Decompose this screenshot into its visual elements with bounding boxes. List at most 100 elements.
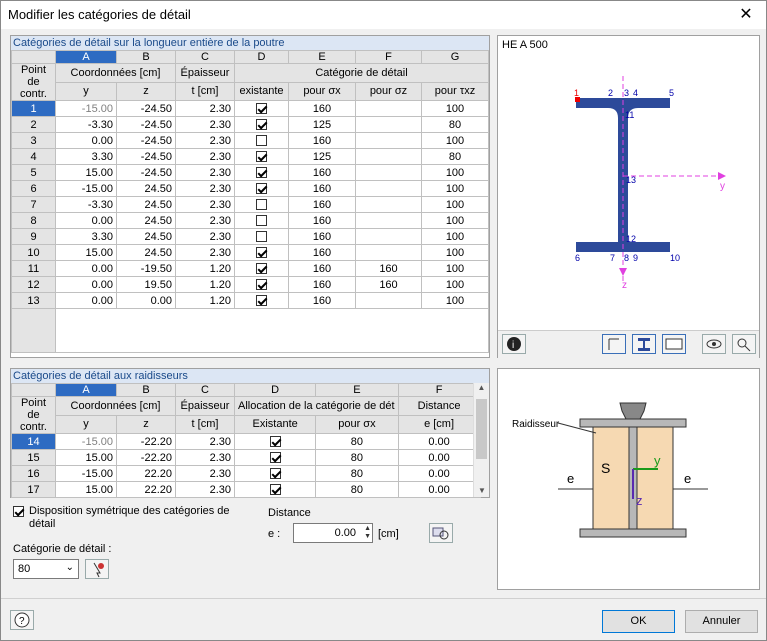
col2-letter-f[interactable]: F: [397, 383, 481, 397]
col-letter-e[interactable]: E: [288, 50, 356, 64]
cell-y[interactable]: 0.00: [55, 132, 117, 149]
cell-t[interactable]: 2.30: [175, 449, 235, 466]
cell-tau-xz[interactable]: 100: [421, 196, 489, 213]
cell-t[interactable]: 2.30: [175, 148, 235, 165]
cell-t[interactable]: 2.30: [175, 100, 235, 117]
cell-y[interactable]: 0.00: [55, 276, 117, 293]
col-letter-g[interactable]: G: [421, 50, 489, 64]
cell-existing[interactable]: [234, 260, 289, 277]
scroll-up-icon[interactable]: ▲: [474, 383, 489, 392]
cell-t[interactable]: 1.20: [175, 276, 235, 293]
existing-checkbox[interactable]: [256, 103, 267, 115]
cell-sigma-z[interactable]: [355, 244, 422, 261]
cell-tau-xz[interactable]: 100: [421, 180, 489, 197]
existing-checkbox[interactable]: [256, 295, 267, 307]
cell-t[interactable]: 2.30: [175, 212, 235, 229]
cell-tau-xz[interactable]: 80: [421, 148, 489, 165]
cell-z[interactable]: 22.20: [116, 465, 176, 482]
cell-sigma-z[interactable]: 160: [355, 276, 422, 293]
existing-checkbox[interactable]: [256, 183, 267, 195]
cell-y[interactable]: 0.00: [55, 260, 117, 277]
cell-z[interactable]: -24.50: [116, 164, 176, 181]
cell-z[interactable]: 24.50: [116, 212, 176, 229]
col-letter-f[interactable]: F: [355, 50, 422, 64]
cell-existing[interactable]: [234, 132, 289, 149]
row-number[interactable]: 3: [11, 132, 56, 149]
cell-existing[interactable]: [234, 244, 289, 261]
ok-button[interactable]: OK: [602, 610, 675, 633]
view-button[interactable]: [702, 334, 726, 354]
cell-existing[interactable]: [233, 449, 317, 466]
help-button[interactable]: ?: [10, 610, 34, 630]
cell-sigma-x[interactable]: 160: [288, 196, 356, 213]
cell-y[interactable]: -15.00: [55, 180, 117, 197]
cell-tau-xz[interactable]: 100: [421, 132, 489, 149]
cell-existing[interactable]: [233, 433, 317, 450]
cell-z[interactable]: -22.20: [116, 449, 176, 466]
row-number[interactable]: 9: [11, 228, 56, 245]
row-number[interactable]: 12: [11, 276, 56, 293]
cell-existing[interactable]: [234, 276, 289, 293]
cell-sigma-x[interactable]: 160: [288, 228, 356, 245]
existing-checkbox[interactable]: [256, 167, 267, 179]
cell-z[interactable]: 24.50: [116, 244, 176, 261]
table2-scrollbar[interactable]: ▲ ▼: [473, 383, 489, 497]
cell-sigma-x[interactable]: 160: [288, 292, 356, 309]
cell-y[interactable]: -15.00: [55, 433, 117, 450]
cell-sigma-x[interactable]: 160: [288, 100, 356, 117]
cell-sigma-x[interactable]: 80: [315, 449, 399, 466]
cell-y[interactable]: -3.30: [55, 116, 117, 133]
cell-existing[interactable]: [234, 196, 289, 213]
existing-checkbox[interactable]: [269, 452, 281, 464]
row-number[interactable]: 8: [11, 212, 56, 229]
measure-button[interactable]: [429, 523, 453, 543]
row-number[interactable]: 10: [11, 244, 56, 261]
cell-existing[interactable]: [234, 116, 289, 133]
cell-z[interactable]: 19.50: [116, 276, 176, 293]
cell-z[interactable]: 0.00: [116, 292, 176, 309]
cell-z[interactable]: 22.20: [116, 481, 176, 498]
cell-tau-xz[interactable]: 100: [421, 100, 489, 117]
cell-tau-xz[interactable]: 100: [421, 164, 489, 181]
cell-existing[interactable]: [234, 228, 289, 245]
col2-letter-a[interactable]: A: [55, 383, 117, 397]
existing-checkbox[interactable]: [256, 263, 267, 275]
cell-existing[interactable]: [234, 148, 289, 165]
symmetric-option[interactable]: Disposition symétrique des catégories de…: [13, 505, 253, 530]
cell-t[interactable]: 2.30: [175, 196, 235, 213]
cell-t[interactable]: 2.30: [175, 465, 235, 482]
row-number[interactable]: 2: [11, 116, 56, 133]
cell-sigma-x[interactable]: 80: [315, 433, 399, 450]
cell-z[interactable]: 24.50: [116, 180, 176, 197]
cell-t[interactable]: 2.30: [175, 132, 235, 149]
cell-t[interactable]: 2.30: [175, 228, 235, 245]
cell-z[interactable]: 24.50: [116, 228, 176, 245]
row-number[interactable]: 17: [11, 481, 56, 498]
cell-sigma-z[interactable]: 160: [355, 260, 422, 277]
section-view-button[interactable]: [632, 334, 656, 354]
cell-y[interactable]: 15.00: [55, 449, 117, 466]
col2-letter-b[interactable]: B: [116, 383, 176, 397]
existing-checkbox[interactable]: [256, 231, 267, 243]
cell-z[interactable]: -24.50: [116, 100, 176, 117]
cell-existing[interactable]: [234, 100, 289, 117]
cell-tau-xz[interactable]: 100: [421, 276, 489, 293]
cell-z[interactable]: 24.50: [116, 196, 176, 213]
cell-z[interactable]: -24.50: [116, 116, 176, 133]
pick-category-button[interactable]: [85, 559, 109, 579]
cell-tau-xz[interactable]: 80: [421, 116, 489, 133]
cancel-button[interactable]: Annuler: [685, 610, 758, 633]
cell-t[interactable]: 2.30: [175, 116, 235, 133]
existing-checkbox[interactable]: [269, 468, 281, 480]
cell-t[interactable]: 2.30: [175, 244, 235, 261]
spin-icon[interactable]: ▲ ▼: [364, 525, 371, 541]
cell-sigma-x[interactable]: 160: [288, 164, 356, 181]
cell-z[interactable]: -22.20: [116, 433, 176, 450]
cell-z[interactable]: -19.50: [116, 260, 176, 277]
cell-sigma-z[interactable]: [355, 164, 422, 181]
col2-letter-c[interactable]: C: [175, 383, 235, 397]
cell-sigma-z[interactable]: [355, 196, 422, 213]
cell-existing[interactable]: [233, 481, 317, 498]
col-letter-a[interactable]: A: [55, 50, 117, 64]
cell-t[interactable]: 2.30: [175, 433, 235, 450]
